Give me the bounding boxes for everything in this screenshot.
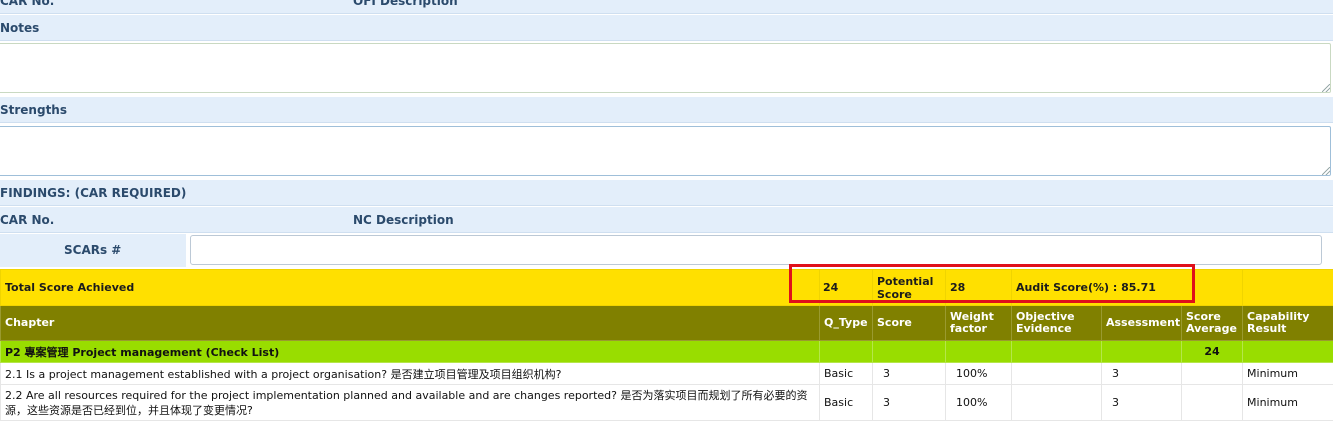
evidence-cell xyxy=(1012,363,1102,385)
evidence-cell xyxy=(1012,385,1102,421)
audit-score-highlight-box xyxy=(789,264,1195,303)
table-row[interactable]: 2.2 Are all resources required for the p… xyxy=(1,385,1333,421)
col-chapter: Chapter xyxy=(1,306,820,341)
capability-cell: Minimum xyxy=(1243,363,1333,385)
col-q-type: Q_Type xyxy=(820,306,873,341)
findings-columns-row: CAR No. NC Description xyxy=(0,207,1333,233)
chapter-empty-cell xyxy=(820,341,873,363)
chapter-empty-cell xyxy=(1102,341,1182,363)
nc-description-label: NC Description xyxy=(353,213,454,227)
scars-input[interactable] xyxy=(190,235,1322,265)
total-empty-cell xyxy=(1243,270,1333,306)
chapter-empty-cell xyxy=(1243,341,1333,363)
weight-cell: 100% xyxy=(946,363,1012,385)
q-type-cell: Basic xyxy=(820,363,873,385)
notes-resize-grip-icon[interactable] xyxy=(1322,84,1330,92)
findings-label: FINDINGS: (CAR REQUIRED) xyxy=(0,186,186,200)
total-score-label: Total Score Achieved xyxy=(1,270,820,306)
scars-label-cell: SCARs # xyxy=(0,234,186,267)
chapter-title: P2 專案管理 Project management (Check List) xyxy=(1,341,820,363)
strengths-header: Strengths xyxy=(0,97,1333,123)
ofi-car-no-label: CAR No. xyxy=(0,0,54,8)
score-cell: 3 xyxy=(873,385,946,421)
strengths-label: Strengths xyxy=(0,103,67,117)
col-assessment: Assessment xyxy=(1102,306,1182,341)
strengths-textarea[interactable] xyxy=(0,126,1331,176)
capability-cell: Minimum xyxy=(1243,385,1333,421)
col-score: Score xyxy=(873,306,946,341)
question-text: 2.1 Is a project management established … xyxy=(1,363,820,385)
col-weight-factor: Weight factor xyxy=(946,306,1012,341)
table-row[interactable]: 2.1 Is a project management established … xyxy=(1,363,1333,385)
table-header-row: Chapter Q_Type Score Weight factor Objec… xyxy=(1,306,1333,341)
question-text: 2.2 Are all resources required for the p… xyxy=(1,385,820,421)
chapter-empty-cell xyxy=(873,341,946,363)
q-type-cell: Basic xyxy=(820,385,873,421)
notes-textarea[interactable] xyxy=(0,43,1331,93)
notes-label: Notes xyxy=(0,21,39,35)
findings-header: FINDINGS: (CAR REQUIRED) xyxy=(0,180,1333,206)
notes-header: Notes xyxy=(0,15,1333,41)
avg-cell xyxy=(1182,363,1243,385)
col-score-average: Score Average xyxy=(1182,306,1243,341)
ofi-description-label: OFI Description xyxy=(353,0,458,8)
scars-label: SCARs # xyxy=(64,243,121,257)
ofi-header-row: CAR No. OFI Description xyxy=(0,0,1333,14)
chapter-empty-cell xyxy=(1012,341,1102,363)
findings-car-no-label: CAR No. xyxy=(0,213,54,227)
col-objective-evidence: Objective Evidence xyxy=(1012,306,1102,341)
chapter-score-average: 24 xyxy=(1182,341,1243,363)
chapter-empty-cell xyxy=(946,341,1012,363)
score-cell: 3 xyxy=(873,363,946,385)
assessment-cell: 3 xyxy=(1102,385,1182,421)
col-capability-result: Capability Result xyxy=(1243,306,1333,341)
weight-cell: 100% xyxy=(946,385,1012,421)
strengths-resize-grip-icon[interactable] xyxy=(1322,167,1330,175)
avg-cell xyxy=(1182,385,1243,421)
assessment-cell: 3 xyxy=(1102,363,1182,385)
chapter-row: P2 專案管理 Project management (Check List) … xyxy=(1,341,1333,363)
